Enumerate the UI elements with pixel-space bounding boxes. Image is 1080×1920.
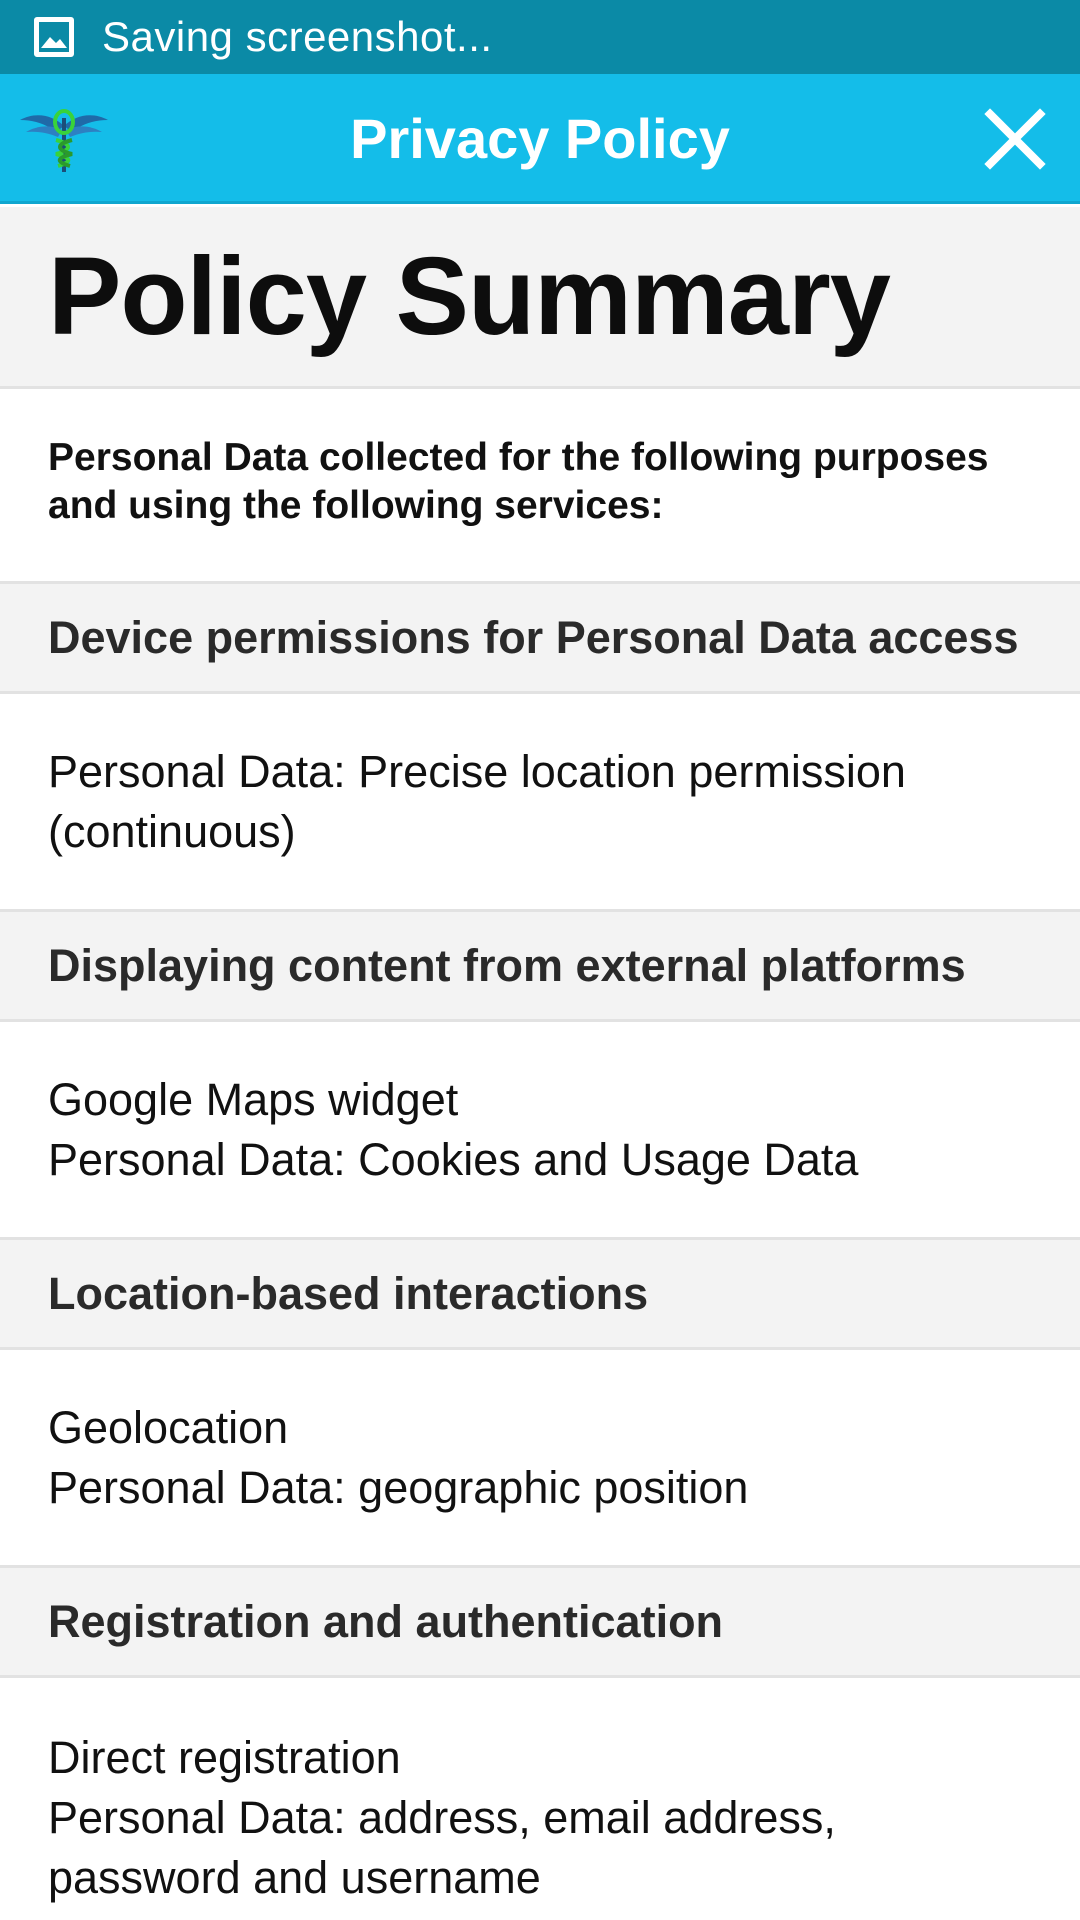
- section-body-device-permissions: Personal Data: Precise location permissi…: [0, 694, 1080, 912]
- status-notification-text: Saving screenshot...: [102, 13, 493, 60]
- section-line: Geolocation: [48, 1401, 289, 1453]
- section-body-external-content: Google Maps widget Personal Data: Cookie…: [0, 1022, 1080, 1240]
- screen-title: Privacy Policy: [350, 107, 730, 170]
- section-heading-external-content: Displaying content from external platfor…: [0, 912, 1080, 1022]
- section-line: Personal Data: Precise location permissi…: [48, 745, 906, 857]
- section-body-location-interactions: Geolocation Personal Data: geographic po…: [0, 1350, 1080, 1568]
- section-line: Personal Data: Cookies and Usage Data: [48, 1133, 859, 1185]
- close-icon: [984, 108, 1046, 170]
- close-button[interactable]: [980, 104, 1050, 174]
- section-line: Direct registration: [48, 1732, 401, 1783]
- page-title: Policy Summary: [48, 235, 891, 358]
- summary-header: Policy Summary: [0, 207, 1080, 389]
- section-body-registration: Direct registration Personal Data: addre…: [0, 1678, 1080, 1920]
- section-heading-location-interactions: Location-based interactions: [0, 1240, 1080, 1350]
- intro-text: Personal Data collected for the followin…: [0, 389, 1080, 584]
- section-heading-registration: Registration and authentication: [0, 1568, 1080, 1678]
- section-line: Personal Data: geographic position: [48, 1461, 749, 1513]
- status-bar: Saving screenshot...: [0, 0, 1080, 74]
- app-bar: Privacy Policy: [0, 74, 1080, 204]
- section-heading-device-permissions: Device permissions for Personal Data acc…: [0, 584, 1080, 694]
- image-icon: [34, 17, 74, 57]
- policy-content[interactable]: Policy Summary Personal Data collected f…: [0, 207, 1080, 1920]
- section-line: Google Maps widget: [48, 1073, 459, 1125]
- section-line: Personal Data: address, email address, p…: [48, 1792, 836, 1903]
